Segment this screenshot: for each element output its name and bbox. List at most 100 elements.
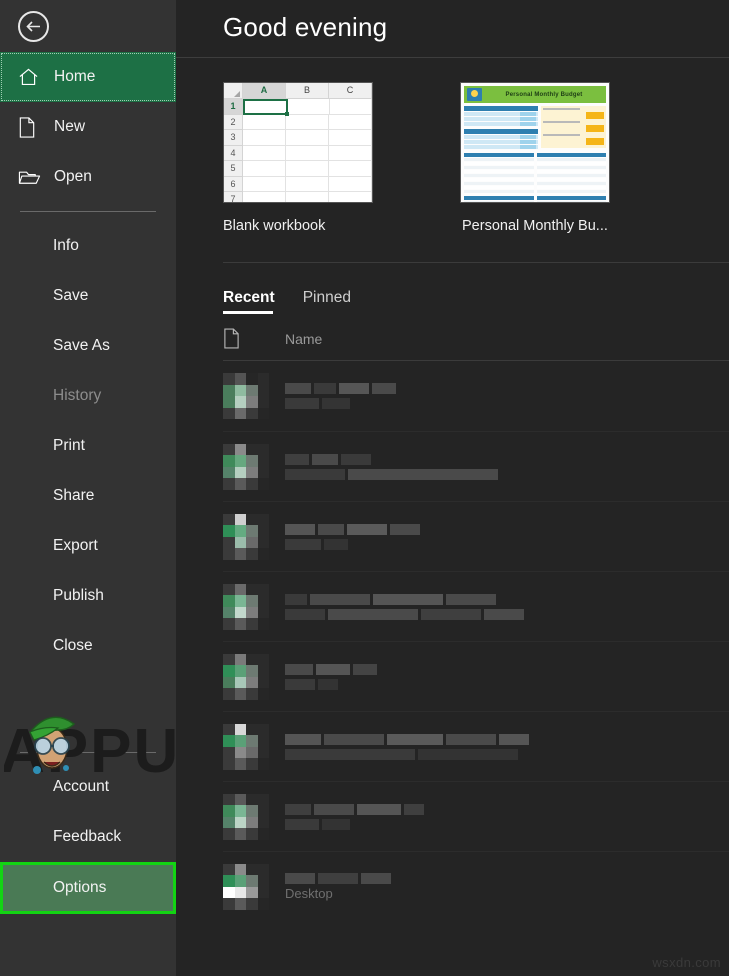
sidebar-mid-group: Info Save Save As History Print Share Ex… [0,221,176,671]
sidebar-item-label: Share [53,487,95,504]
template-personal-monthly-budget[interactable]: Personal Monthly Budget Personal Monthly… [460,82,616,234]
table-row [464,201,534,202]
grid-row: 5 [224,161,372,177]
file-name-partial: Desktop [285,872,729,901]
row-header: 3 [224,130,243,146]
budget-data-row [464,112,538,116]
column-header: C [329,83,372,99]
table-row [536,201,606,202]
tab-recent[interactable]: Recent [223,289,275,314]
grid-cell [288,99,330,115]
page-title: Good evening [223,12,388,42]
sidebar-item-label: Home [54,68,96,85]
open-folder-icon [18,168,52,187]
excel-file-icon [223,583,269,630]
file-name-redacted [285,523,729,550]
sidebar-item-options[interactable]: Options [0,862,176,914]
table-row[interactable] [223,641,729,711]
grid-row: 3 [224,130,372,146]
grid-cell [243,176,286,192]
sidebar-item-new[interactable]: New [0,102,176,152]
sidebar-item-print[interactable]: Print [0,421,176,471]
table-row[interactable] [223,361,729,431]
file-name-redacted [285,733,729,760]
home-icon [18,67,52,87]
table-row [464,158,534,161]
sidebar-item-label: Info [53,237,79,254]
sidebar-item-feedback[interactable]: Feedback [0,812,176,862]
excel-backstage-window: Home New Open Info Save Save As History … [0,0,729,976]
sidebar-item-home[interactable]: Home [0,52,176,102]
budget-note-line [542,108,580,110]
table-row [536,162,606,165]
table-row [536,190,606,193]
grid-cell [243,114,286,130]
excel-file-icon [223,863,269,910]
grid-cell [329,176,372,192]
sidebar-item-open[interactable]: Open [0,152,176,202]
table-row[interactable] [223,781,729,851]
table-row[interactable] [223,501,729,571]
table-header [536,153,606,157]
table-row[interactable] [223,571,729,641]
budget-data-row [464,135,538,139]
budget-secondary-table [536,153,606,202]
table-row [536,182,606,185]
table-row [536,170,606,173]
sidebar-item-publish[interactable]: Publish [0,571,176,621]
table-row [536,158,606,161]
file-name-text: Desktop [285,885,333,901]
sidebar-item-save[interactable]: Save [0,271,176,321]
excel-file-icon [223,443,269,490]
recent-tabs: Recent Pinned [176,263,729,314]
grid-cell [329,130,372,146]
sidebar-item-save-as[interactable]: Save As [0,321,176,371]
budget-highlight-value [585,125,604,132]
budget-tables-area [464,153,606,202]
table-row[interactable]: Desktop [223,851,729,921]
sidebar-item-label: Save As [53,337,110,354]
sidebar-item-label: Feedback [53,828,122,845]
budget-note-line [542,134,580,136]
template-gallery: A B C 1 2 3 4 5 6 7 Blank workbook Perso… [176,58,729,234]
grid-cell [243,192,286,202]
budget-income-block [464,106,538,150]
table-header [536,196,606,200]
grid-row: 2 [224,114,372,130]
budget-data-row [464,117,538,121]
grid-cell [329,145,372,161]
table-row[interactable] [223,711,729,781]
sidebar-item-account[interactable]: Account [0,762,176,812]
tab-label: Pinned [302,289,351,306]
table-row [536,174,606,177]
grid-cell [286,192,329,202]
template-blank-workbook[interactable]: A B C 1 2 3 4 5 6 7 Blank workbook [223,82,379,234]
column-header-name: Name [285,330,323,347]
table-row [464,178,534,181]
sidebar-item-label: Export [53,537,98,554]
excel-file-icon [223,653,269,700]
sidebar-item-export[interactable]: Export [0,521,176,571]
budget-summary-area [464,106,606,150]
sidebar-top-group: Home New Open [0,52,176,202]
backstage-content: Good evening A B C 1 2 3 4 5 6 7 Blank w… [176,0,729,976]
sidebar-item-info[interactable]: Info [0,221,176,271]
file-name-redacted [285,663,729,690]
back-arrow-icon[interactable] [18,10,49,42]
grid-row: 6 [224,176,372,192]
column-header: A [243,83,286,99]
sidebar-item-share[interactable]: Share [0,471,176,521]
sidebar-item-close[interactable]: Close [0,621,176,671]
excel-file-icon [223,513,269,560]
budget-data-row [464,122,538,126]
budget-data-row [464,145,538,149]
tab-label: Recent [223,289,275,306]
table-row[interactable] [223,431,729,501]
budget-note-line [542,121,580,123]
budget-title: Personal Monthly Budget [505,91,583,98]
template-label: Personal Monthly Bu... [462,218,608,234]
row-header: 5 [224,161,243,177]
tab-pinned[interactable]: Pinned [303,289,351,314]
table-row [464,174,534,177]
